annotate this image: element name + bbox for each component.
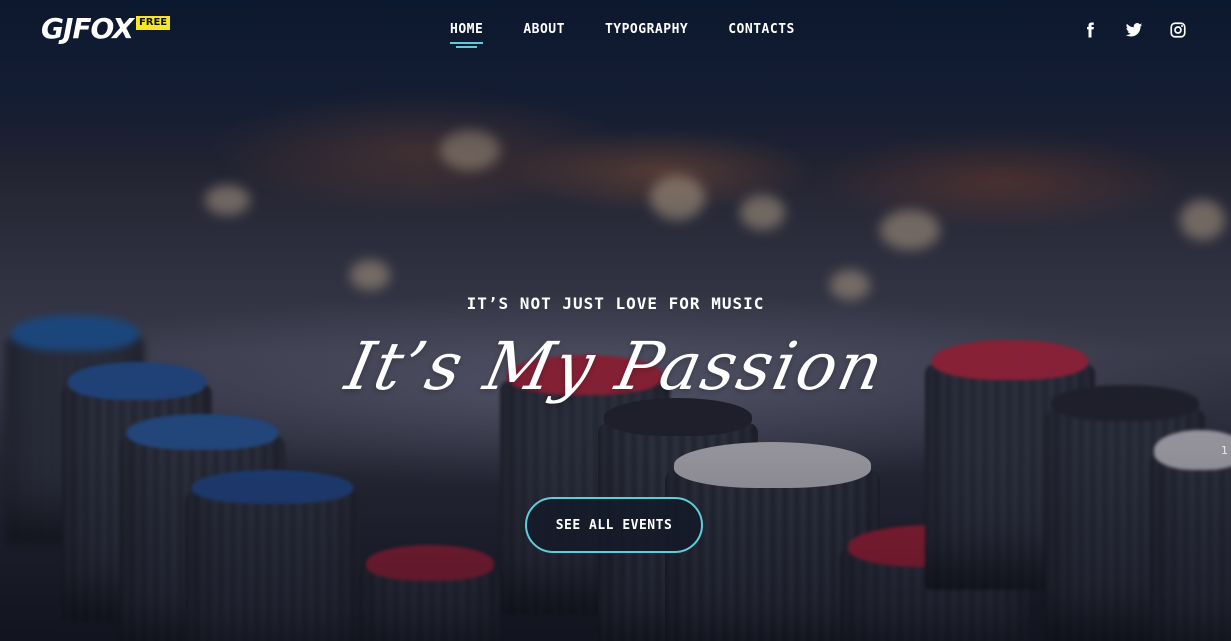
hero-section: GJFOX FREE HOME ABOUT TYPOGRAPHY CONTACT… bbox=[0, 0, 1231, 641]
twitter-icon[interactable] bbox=[1125, 21, 1143, 39]
main-nav: HOME ABOUT TYPOGRAPHY CONTACTS bbox=[450, 22, 835, 48]
instagram-icon[interactable] bbox=[1169, 21, 1187, 39]
logo-name: FOX bbox=[72, 12, 134, 45]
nav-item-about[interactable]: ABOUT bbox=[523, 22, 565, 37]
hero-eyebrow: IT’S NOT JUST LOVE FOR MUSIC bbox=[466, 294, 765, 313]
hero-headline: It’s My Passion bbox=[339, 328, 892, 405]
nav-item-home[interactable]: HOME bbox=[450, 22, 484, 48]
see-all-events-button[interactable]: SEE ALL EVENTS bbox=[525, 497, 703, 553]
logo-prefix: GJ bbox=[41, 12, 73, 45]
nav-item-contacts[interactable]: CONTACTS bbox=[728, 22, 795, 37]
site-logo[interactable]: GJFOX FREE bbox=[41, 12, 171, 45]
logo-wordmark: GJFOX bbox=[41, 12, 134, 45]
social-links bbox=[1081, 21, 1187, 39]
facebook-icon[interactable] bbox=[1081, 21, 1099, 39]
nav-item-typography[interactable]: TYPOGRAPHY bbox=[605, 22, 688, 37]
slide-indicator[interactable]: 1 bbox=[1221, 444, 1228, 457]
free-badge: FREE bbox=[135, 16, 171, 30]
